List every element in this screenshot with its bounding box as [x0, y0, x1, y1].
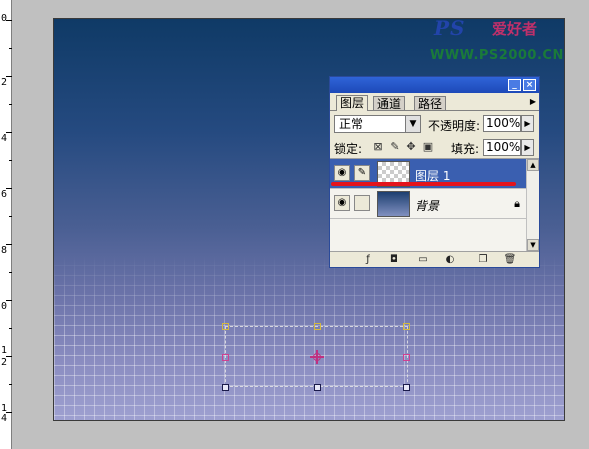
fill-slider-arrow-icon[interactable]: ▶ — [521, 139, 534, 156]
link-slot[interactable] — [354, 195, 370, 211]
panel-bottom-toolbar: ƒ ◘ ▭ ◐ ❐ 🗑︎ — [330, 251, 539, 267]
transform-handle-middle-left[interactable] — [222, 354, 229, 361]
chevron-down-icon[interactable]: ▼ — [405, 116, 420, 132]
lock-label: 锁定: — [334, 142, 363, 156]
ruler-label: 6 — [0, 189, 8, 200]
ruler-label: 2 — [0, 77, 8, 88]
tab-channels[interactable]: 通道 — [373, 96, 406, 111]
opacity-input[interactable]: 100% — [483, 115, 521, 132]
new-layer-icon[interactable]: ❐ — [476, 253, 490, 266]
ruler-label: 0 — [0, 13, 8, 24]
transform-handle-bottom-center[interactable] — [314, 384, 321, 391]
ruler-label: 0 — [0, 301, 8, 312]
watermark-logo: PS — [434, 16, 466, 40]
blend-mode-value: 正常 — [339, 117, 364, 131]
ruler-label: 4 — [0, 133, 8, 144]
transform-handle-top-center[interactable] — [314, 323, 321, 330]
ruler-label: 2 — [0, 357, 8, 368]
watermark: PS 爱好者 WWW.PS2000.CN — [430, 16, 580, 68]
watermark-chinese-text: 爱好者 — [492, 20, 538, 38]
mask-icon[interactable]: ◘ — [387, 253, 401, 266]
vertical-ruler[interactable]: 0 2 4 6 8 0 1 2 1 4 — [0, 0, 12, 449]
opacity-slider-arrow-icon[interactable]: ▶ — [521, 115, 534, 132]
panel-menu-arrow-icon[interactable]: ▶ — [530, 97, 536, 106]
layer-thumbnail — [377, 191, 410, 217]
lock-position-icon[interactable]: ✥ — [404, 140, 418, 154]
scroll-up-icon[interactable]: ▲ — [527, 159, 539, 171]
layers-panel: _ × 图层 通道 路径 ▶ 正常 ▼ 不透明度: 100% ▶ 锁定: ⊠ ✎… — [329, 76, 540, 268]
transform-handle-middle-right[interactable] — [403, 354, 410, 361]
lock-icon: 🔒︎ — [514, 197, 520, 210]
layers-scrollbar[interactable]: ▲ ▼ — [526, 159, 539, 251]
layer-row-background[interactable]: ◉ 背景 🔒︎ — [330, 189, 526, 219]
blend-mode-select[interactable]: 正常 ▼ — [334, 115, 421, 133]
transform-handle-top-left[interactable] — [222, 323, 229, 330]
annotation-underline — [331, 182, 516, 186]
adjustment-layer-icon[interactable]: ◐ — [443, 253, 457, 266]
ruler-tick — [9, 328, 12, 329]
tab-layers[interactable]: 图层 — [336, 95, 369, 111]
lock-fill-row: 锁定: ⊠ ✎ ✥ ▣ 填充: 100% ▶ — [330, 135, 539, 159]
layer-style-icon[interactable]: ƒ — [361, 253, 375, 266]
ruler-tick — [9, 384, 12, 385]
transform-center-point-icon[interactable] — [310, 350, 324, 364]
ruler-tick — [9, 104, 12, 105]
eye-icon[interactable]: ◉ — [334, 165, 350, 181]
scroll-down-icon[interactable]: ▼ — [527, 239, 539, 251]
ruler-tick — [9, 48, 12, 49]
fill-label: 填充: — [451, 142, 480, 156]
ruler-tick — [9, 216, 12, 217]
fill-input[interactable]: 100% — [483, 139, 521, 156]
lock-image-pixels-icon[interactable]: ✎ — [388, 140, 402, 154]
opacity-label: 不透明度: — [428, 119, 481, 133]
tab-paths[interactable]: 路径 — [414, 96, 447, 111]
minimize-icon[interactable]: _ — [508, 79, 521, 91]
ruler-tick — [9, 272, 12, 273]
blend-opacity-row: 正常 ▼ 不透明度: 100% ▶ — [330, 111, 539, 135]
panel-titlebar[interactable]: _ × — [330, 77, 539, 93]
brush-icon[interactable]: ✎ — [354, 165, 370, 181]
transform-bounding-box[interactable] — [222, 323, 410, 391]
transform-handle-bottom-left[interactable] — [222, 384, 229, 391]
panel-tabs: 图层 通道 路径 ▶ — [330, 94, 539, 111]
ruler-tick — [9, 160, 12, 161]
ruler-label: 8 — [0, 245, 8, 256]
lock-all-icon[interactable]: ▣ — [421, 140, 435, 154]
close-icon[interactable]: × — [523, 79, 536, 91]
layers-list: ◉ ✎ 图层 1 ◉ 背景 🔒︎ — [330, 159, 526, 251]
ruler-label: 1 — [0, 345, 8, 356]
trash-icon[interactable]: 🗑︎ — [503, 253, 517, 266]
group-folder-icon[interactable]: ▭ — [416, 253, 430, 266]
eye-icon[interactable]: ◉ — [334, 195, 350, 211]
lock-transparent-pixels-icon[interactable]: ⊠ — [371, 140, 385, 154]
layer-name[interactable]: 背景 — [415, 197, 439, 214]
transform-handle-top-right[interactable] — [403, 323, 410, 330]
ruler-label: 4 — [0, 413, 8, 424]
watermark-url: WWW.PS2000.CN — [430, 48, 564, 63]
transform-handle-bottom-right[interactable] — [403, 384, 410, 391]
